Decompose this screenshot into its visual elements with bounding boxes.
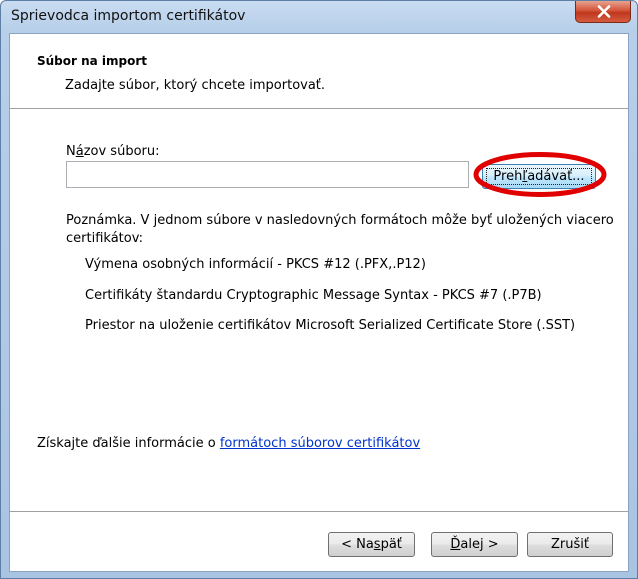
file-label-accelerator: á <box>75 144 84 159</box>
note-text-line2: certifikátov: <box>66 231 144 246</box>
certificate-formats-link[interactable]: formátoch súborov certifikátov <box>220 436 420 451</box>
format-item-p7b: Certifikáty štandardu Cryptographic Mess… <box>85 288 542 303</box>
browse-label-prefix: Preh <box>493 169 523 184</box>
next-label-accelerator: Ď <box>450 537 461 552</box>
file-name-input[interactable] <box>66 161 469 188</box>
more-info-text: Získajte ďalšie informácie o formátoch s… <box>37 436 420 451</box>
header-divider-highlight <box>10 109 628 110</box>
file-label-suffix: zov súboru: <box>83 144 160 159</box>
wizard-header: Súbor na import Zadajte súbor, ktorý chc… <box>10 34 628 108</box>
footer-divider-highlight <box>10 512 628 513</box>
file-label-prefix: N <box>66 144 76 159</box>
cancel-button[interactable]: Zrušiť <box>527 532 613 557</box>
wizard-page: Súbor na import Zadajte súbor, ktorý chc… <box>9 33 629 572</box>
back-button[interactable]: < Naspäť <box>328 532 415 557</box>
back-label-accelerator: s <box>373 537 381 552</box>
browse-label-suffix: adávať... <box>527 169 585 184</box>
note-text-line1: Poznámka. V jednom súbore v nasledovných… <box>66 213 614 228</box>
close-button[interactable] <box>575 1 631 23</box>
back-label-prefix: < Na <box>341 537 374 552</box>
page-description: Zadajte súbor, ktorý chcete importovať. <box>65 78 326 93</box>
next-label-suffix: alej > <box>460 537 499 552</box>
format-item-pfx: Výmena osobných informácií - PKCS #12 (.… <box>85 257 426 272</box>
file-name-label: Názov súboru: <box>66 144 160 159</box>
close-icon <box>597 5 611 18</box>
more-info-prefix: Získajte ďalšie informácie o <box>37 436 220 451</box>
format-item-sst: Priestor na uloženie certifikátov Micros… <box>85 318 576 333</box>
import-wizard-window: Sprievodca importom certifikátov Súbor n… <box>0 0 638 579</box>
page-title: Súbor na import <box>37 54 148 68</box>
next-button[interactable]: Ďalej > <box>431 532 518 557</box>
title-bar[interactable]: Sprievodca importom certifikátov <box>1 1 637 33</box>
browse-button[interactable]: Prehľadávať... <box>482 164 596 189</box>
back-label-suffix: päť <box>380 537 402 552</box>
window-title: Sprievodca importom certifikátov <box>11 8 246 24</box>
